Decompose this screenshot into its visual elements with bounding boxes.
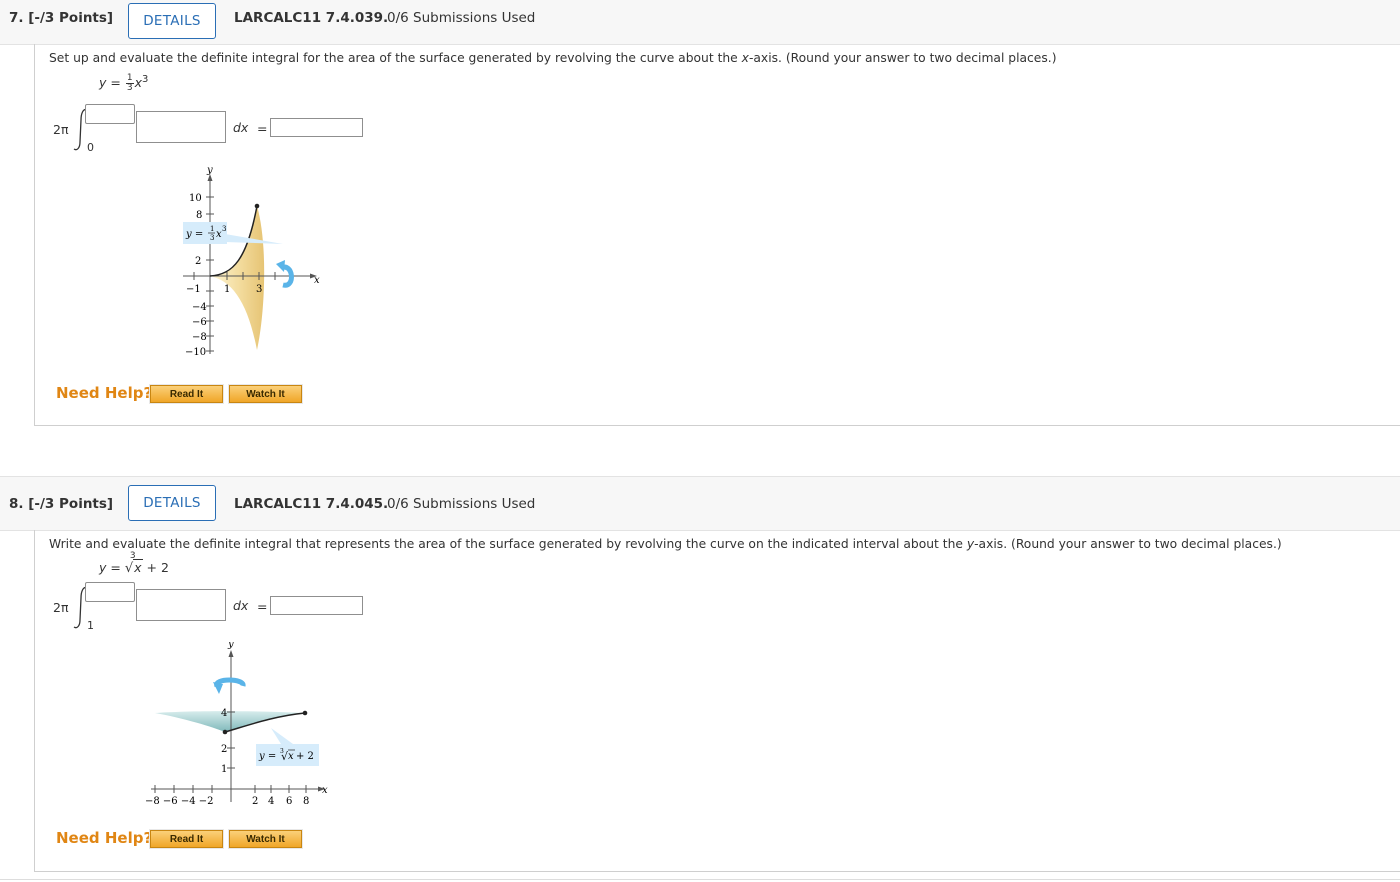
answer-input[interactable] <box>270 596 363 615</box>
y-tick-neg8: −8 <box>192 332 207 343</box>
integrand-input[interactable] <box>136 111 226 143</box>
question-7-body: Set up and evaluate the definite integra… <box>34 44 1400 426</box>
curve-label-radicand: x <box>288 751 294 762</box>
y-tick-neg10: −10 <box>185 347 206 358</box>
dx-label: dx <box>233 120 249 135</box>
question-number: 8. [-/3 Points] <box>9 496 114 512</box>
y-tick-neg6: −6 <box>192 317 207 328</box>
question-prompt: Set up and evaluate the definite integra… <box>49 51 1057 65</box>
details-button[interactable]: DETAILS <box>128 485 216 521</box>
integral-coefficient: 2π <box>53 122 69 137</box>
curve-label-lhs: y = <box>185 229 203 240</box>
integral-coefficient: 2π <box>53 600 69 615</box>
details-button[interactable]: DETAILS <box>128 3 216 39</box>
read-it-button[interactable]: Read It <box>149 384 224 404</box>
question-number: 7. [-/3 Points] <box>9 10 114 26</box>
question-code: LARCALC11 7.4.045. <box>234 496 389 512</box>
equals-sign: = <box>257 121 268 136</box>
curve-start-point <box>222 729 228 735</box>
watch-it-button[interactable]: Watch It <box>228 384 303 404</box>
y-tick-10: 10 <box>189 193 202 204</box>
y-axis-label: y <box>227 642 234 650</box>
x-tick-3: 3 <box>256 284 262 295</box>
y-tick-1: 1 <box>221 764 227 775</box>
y-tick-2: 2 <box>221 744 227 755</box>
question-7-header: 7. [-/3 Points] DETAILS LARCALC11 7.4.03… <box>0 0 1400 45</box>
dx-label: dx <box>233 598 249 613</box>
lower-limit: 1 <box>87 619 94 632</box>
curve-label-exp: 3 <box>222 225 226 233</box>
x-tick-neg1: −1 <box>186 284 201 295</box>
read-it-button[interactable]: Read It <box>149 829 224 849</box>
curve-endpoint <box>254 203 260 209</box>
question-prompt: Write and evaluate the definite integral… <box>49 537 1282 551</box>
question-8-header: 8. [-/3 Points] DETAILS LARCALC11 7.4.04… <box>0 476 1400 531</box>
submissions-count: 0/6 Submissions Used <box>387 496 536 512</box>
surface-figure: y x 10 8 2 −4 −6 −8 −10 −1 1 3 y = 1 3 x… <box>183 165 320 358</box>
y-tick-neg4: −4 <box>192 302 207 313</box>
question-code: LARCALC11 7.4.039. <box>234 10 389 26</box>
x-tick-6: 6 <box>286 796 292 807</box>
upper-limit-input[interactable] <box>85 582 135 602</box>
curve-equation: y = 1 3 x3 <box>99 73 149 94</box>
upper-limit-input[interactable] <box>85 104 135 124</box>
surface-figure: y x 4 2 1 −8 −6 −4 −2 2 4 6 8 y = 3 √ x … <box>145 642 328 807</box>
x-axis-label: x <box>314 275 320 286</box>
y-tick-4: 4 <box>221 708 227 719</box>
x-axis-label: x <box>322 785 328 796</box>
answer-input[interactable] <box>270 118 363 137</box>
x-tick-4: 4 <box>268 796 274 807</box>
x-ticks-negative: −8 −6 −4 −2 <box>145 796 214 807</box>
watch-it-button[interactable]: Watch It <box>228 829 303 849</box>
curve-end-point <box>302 710 308 716</box>
x-tick-1: 1 <box>224 284 230 295</box>
callout-pointer <box>271 728 293 744</box>
x-tick-8: 8 <box>303 796 309 807</box>
x-tick-2: 2 <box>252 796 258 807</box>
y-tick-2: 2 <box>195 256 201 267</box>
integrand-input[interactable] <box>136 589 226 621</box>
curve-equation: y = 3 √x + 2 <box>99 551 169 576</box>
curve-label-num: 1 <box>210 225 214 233</box>
curve-label-rest: + 2 <box>296 751 314 762</box>
question-8-body: Write and evaluate the definite integral… <box>34 530 1400 872</box>
lower-limit: 0 <box>87 141 94 154</box>
submissions-count: 0/6 Submissions Used <box>387 10 536 26</box>
y-axis-label: y <box>206 165 213 176</box>
equals-sign: = <box>257 599 268 614</box>
need-help-label: Need Help? <box>56 829 153 847</box>
curve-label-lhs: y = <box>258 751 276 762</box>
curve-label-den: 3 <box>210 234 214 242</box>
y-tick-8: 8 <box>196 210 202 221</box>
need-help-label: Need Help? <box>56 384 153 402</box>
revolved-surface <box>155 711 305 732</box>
page-bottom-divider <box>0 879 1400 880</box>
